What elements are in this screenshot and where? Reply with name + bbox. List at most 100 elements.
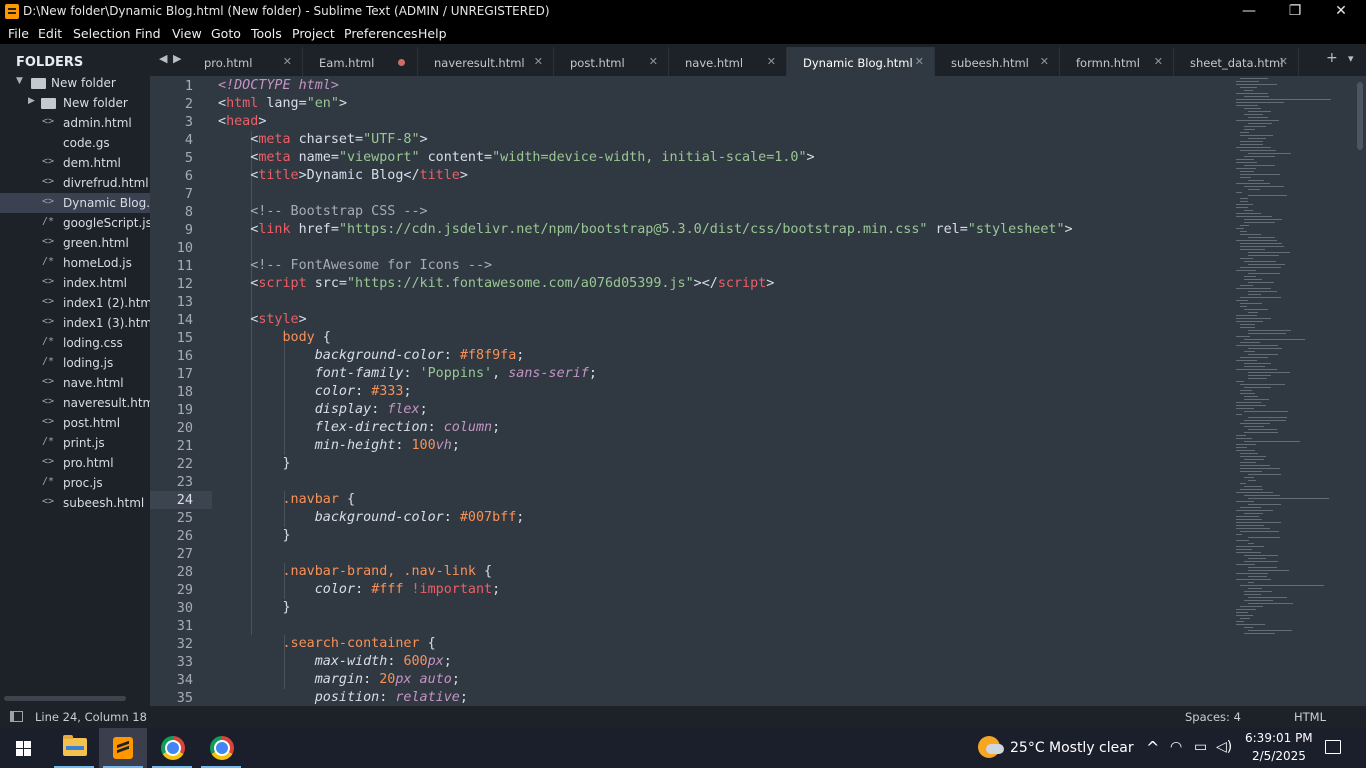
sidebar-file-item[interactable]: <> dem.html [0, 153, 150, 173]
code-line[interactable]: display: flex; [218, 401, 428, 419]
sidebar-file-item[interactable]: /* print.js [0, 433, 150, 453]
tray-overflow-icon[interactable]: ^ [1146, 738, 1159, 757]
code-line[interactable]: max-width: 600px; [218, 653, 452, 671]
sidebar-file-item[interactable]: <> pro.html [0, 453, 150, 473]
code-line[interactable]: } [218, 527, 290, 545]
code-line[interactable]: <!-- FontAwesome for Icons --> [218, 257, 492, 275]
menu-tools[interactable]: Tools [251, 26, 282, 41]
sidebar-file-item[interactable]: <> subeesh.html [0, 493, 150, 513]
editor-tab[interactable]: nave.html ✕ [669, 47, 787, 76]
indentation-setting[interactable]: Spaces: 4 [1185, 710, 1241, 724]
code-line[interactable]: font-family: 'Poppins', sans-serif; [218, 365, 597, 383]
minimap[interactable] [1228, 76, 1343, 706]
editor-tab[interactable]: post.html ✕ [554, 47, 669, 76]
network-icon[interactable]: ◠ [1170, 739, 1182, 755]
weather-temperature[interactable]: 25°C [1010, 740, 1045, 756]
sub-folder[interactable]: ▶ New folder [0, 93, 150, 113]
taskbar-chrome-2[interactable] [197, 728, 245, 768]
sidebar-file-item[interactable]: <> index.html [0, 273, 150, 293]
close-tab-icon[interactable]: ✕ [767, 55, 776, 68]
menu-project[interactable]: Project [292, 26, 335, 41]
tab-overflow-icon[interactable]: ▾ [1348, 52, 1354, 65]
taskbar-sublime-text[interactable] [99, 728, 147, 768]
close-tab-icon[interactable]: ✕ [283, 55, 292, 68]
code-editor[interactable]: 1 2 3 4 5 6 7 8 9 10 11 12 13 14 15 16 17 18 19 20 21 22 23 24 2… [150, 76, 1355, 706]
scrollbar-thumb[interactable] [1357, 82, 1363, 150]
editor-tab[interactable]: formn.html ✕ [1060, 47, 1174, 76]
syntax-mode[interactable]: HTML [1294, 710, 1326, 724]
sidebar-file-item[interactable]: /* loding.css [0, 333, 150, 353]
new-tab-icon[interactable]: + [1326, 50, 1338, 66]
code-area[interactable]: <!DOCTYPE html> <html lang="en"> <head> <m… [218, 76, 1228, 706]
sidebar-file-item[interactable]: <> post.html [0, 413, 150, 433]
menu-selection[interactable]: Selection [73, 26, 131, 41]
code-line[interactable]: .search-container { [218, 635, 435, 653]
code-line[interactable]: min-height: 100vh; [218, 437, 460, 455]
editor-tab[interactable]: naveresult.html ✕ [418, 47, 554, 76]
taskbar-chrome[interactable] [148, 728, 196, 768]
start-button[interactable] [0, 728, 48, 768]
unsaved-dot-icon[interactable] [398, 59, 405, 66]
code-line[interactable]: .navbar { [218, 491, 355, 509]
code-line[interactable]: color: #333; [218, 383, 412, 401]
taskbar-file-explorer[interactable] [50, 728, 98, 768]
code-line[interactable]: <link href="https://cdn.jsdelivr.net/npm… [218, 221, 1072, 239]
notification-icon[interactable] [1325, 740, 1341, 754]
sidebar-file-item[interactable]: <> divrefrud.html [0, 173, 150, 193]
code-line[interactable]: background-color: #f8f9fa; [218, 347, 525, 365]
code-line[interactable]: background-color: #007bff; [218, 509, 525, 527]
sidebar-file-item[interactable]: <> Dynamic Blog.ht [0, 193, 150, 213]
sidebar-file-item[interactable]: /* loding.js [0, 353, 150, 373]
editor-tab[interactable]: pro.html ✕ [188, 47, 303, 76]
menu-file[interactable]: File [8, 26, 29, 41]
tab-prev-icon[interactable]: ◀ [159, 52, 167, 65]
code-line[interactable]: body { [218, 329, 330, 347]
clock-time[interactable]: 6:39:01 PM [1245, 731, 1313, 745]
code-line[interactable]: <!DOCTYPE html> [218, 77, 339, 95]
sidebar-file-item[interactable]: <> green.html [0, 233, 150, 253]
code-line[interactable]: <!-- Bootstrap CSS --> [218, 203, 427, 221]
sidebar-file-item[interactable]: code.gs [0, 133, 150, 153]
menu-find[interactable]: Find [135, 26, 161, 41]
root-folder[interactable]: ▼ New folder [0, 73, 150, 93]
sidebar-scrollbar[interactable] [4, 696, 126, 701]
battery-icon[interactable]: ▭ [1194, 739, 1207, 755]
weather-description[interactable]: Mostly clear [1049, 740, 1134, 756]
code-line[interactable]: color: #fff !important; [218, 581, 500, 599]
code-line[interactable]: <style> [218, 311, 306, 329]
code-line[interactable]: } [218, 599, 290, 617]
sidebar-file-item[interactable]: <> index1 (2).html [0, 293, 150, 313]
close-tab-icon[interactable]: ✕ [915, 55, 924, 68]
volume-icon[interactable]: ◁) [1216, 739, 1232, 755]
editor-tab[interactable]: sheet_data.html ✕ [1174, 47, 1299, 76]
close-tab-icon[interactable]: ✕ [534, 55, 543, 68]
editor-scrollbar[interactable] [1355, 76, 1366, 706]
clock-date[interactable]: 2/5/2025 [1252, 749, 1306, 763]
sidebar-file-item[interactable]: <> naveresult.html [0, 393, 150, 413]
sidebar-file-item[interactable]: /* googleScript.js [0, 213, 150, 233]
sidebar-file-item[interactable]: /* proc.js [0, 473, 150, 493]
code-line[interactable]: } [218, 455, 290, 473]
code-line[interactable]: <head> [218, 113, 266, 131]
weather-icon[interactable] [978, 736, 1004, 758]
code-line[interactable]: .navbar-brand, .nav-link { [218, 563, 492, 581]
close-button[interactable]: ✕ [1318, 0, 1364, 23]
code-line[interactable]: <html lang="en"> [218, 95, 347, 113]
sidebar-file-item[interactable]: /* homeLod.js [0, 253, 150, 273]
sidebar-file-item[interactable]: <> index1 (3).html [0, 313, 150, 333]
editor-tab[interactable]: subeesh.html ✕ [935, 47, 1060, 76]
close-tab-icon[interactable]: ✕ [1040, 55, 1049, 68]
code-line[interactable]: <meta name="viewport" content="width=dev… [218, 149, 814, 167]
sidebar-file-item[interactable]: <> admin.html [0, 113, 150, 133]
tab-next-icon[interactable]: ▶ [173, 52, 181, 65]
maximize-button[interactable]: ❐ [1272, 0, 1318, 23]
chevron-down-icon[interactable]: ▼ [16, 76, 23, 86]
close-tab-icon[interactable]: ✕ [649, 55, 658, 68]
sidebar-file-item[interactable]: <> nave.html [0, 373, 150, 393]
toggle-sidebar-icon[interactable] [10, 711, 23, 722]
menu-view[interactable]: View [172, 26, 202, 41]
minimize-button[interactable]: — [1226, 0, 1272, 23]
menu-help[interactable]: Help [418, 26, 447, 41]
close-tab-icon[interactable]: ✕ [1279, 55, 1288, 68]
code-line[interactable]: <title>Dynamic Blog</title> [218, 167, 468, 185]
